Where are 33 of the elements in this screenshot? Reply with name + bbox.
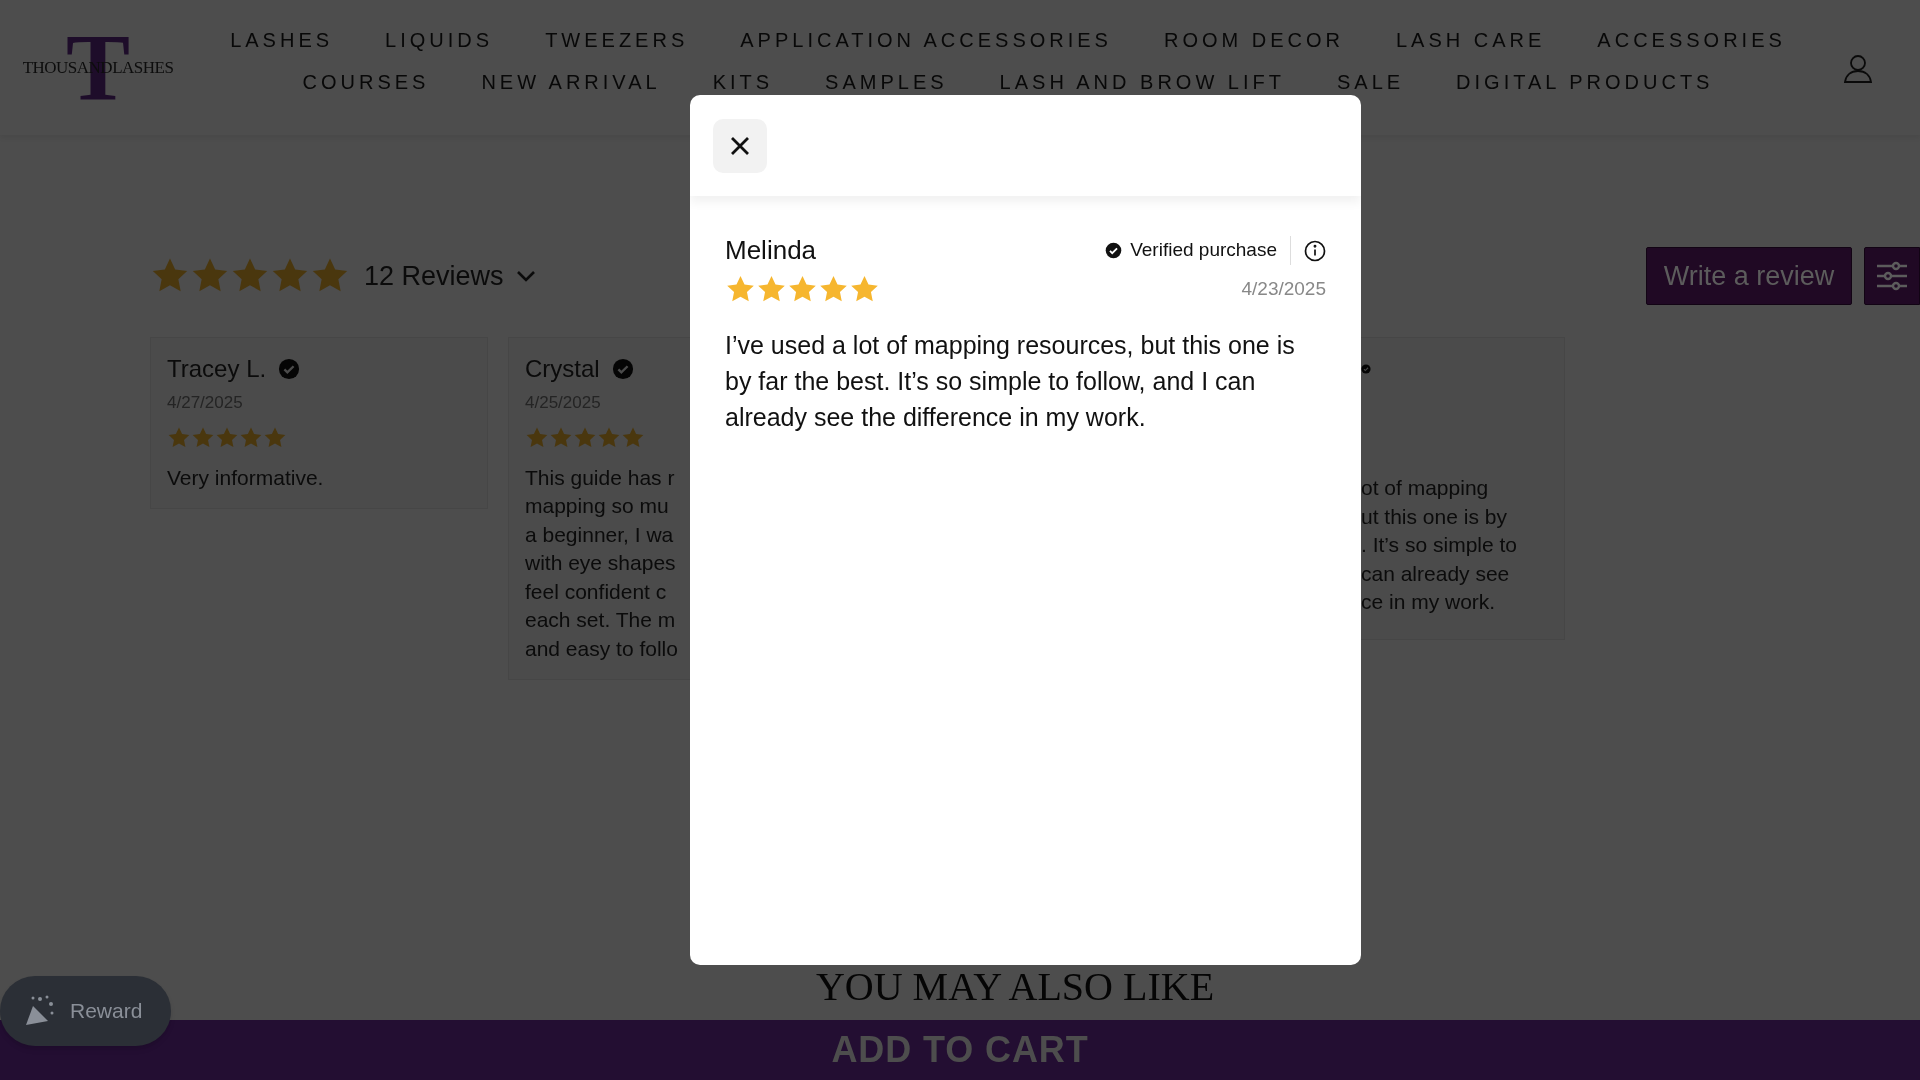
- nav-link[interactable]: APPLICATION ACCESSORIES: [740, 29, 1112, 51]
- nav-link[interactable]: SAMPLES: [825, 71, 948, 93]
- nav-link[interactable]: NEW ARRIVAL: [481, 71, 661, 93]
- nav-link[interactable]: LASH AND BROW LIFT: [999, 71, 1285, 93]
- verified-purchase-label: Verified purchase: [1130, 236, 1291, 265]
- nav-link[interactable]: DIGITAL PRODUCTS: [1456, 71, 1714, 93]
- nav-link[interactable]: ROOM DECOR: [1163, 29, 1344, 51]
- review-date: 4/23/2025: [1241, 277, 1326, 302]
- reviewer-name: Crystal: [525, 354, 600, 384]
- write-review-button[interactable]: Write a review: [1646, 247, 1852, 305]
- close-button[interactable]: [713, 118, 767, 173]
- caret-icon: [515, 269, 536, 283]
- nav-link[interactable]: SALE: [1336, 71, 1405, 93]
- reviewer-name: Melinda: [725, 234, 817, 267]
- section-title: YOU MAY ALSO LIKE: [814, 965, 1215, 1009]
- nav-link[interactable]: KITS: [712, 71, 774, 93]
- review-text: Very informative.: [167, 464, 325, 491]
- nav-link[interactable]: COURSES: [302, 71, 430, 93]
- reward-button[interactable]: Reward: [0, 976, 171, 1046]
- nav-link[interactable]: ACCESSORIES: [1597, 29, 1786, 51]
- review-text: ot of mapping ut this one is by . It’s so simple to can already see ce in my work.: [1361, 475, 1518, 615]
- nav-link[interactable]: LASHES: [230, 29, 334, 51]
- add-to-cart-button[interactable]: ADD TO CART: [0, 1020, 1920, 1080]
- close-icon: [729, 134, 751, 157]
- nav-link[interactable]: LASH CARE: [1395, 29, 1546, 51]
- filter-icon[interactable]: [1864, 247, 1920, 305]
- info-icon[interactable]: [1304, 239, 1326, 262]
- verified-check-icon: [1105, 242, 1123, 259]
- reviewer-name: Tracey L.: [167, 354, 267, 384]
- review-text: I’ve used a lot of mapping resources, but this one is by far the best. It’s so simple to follow, and I can already see the difference in my work.: [725, 330, 1296, 433]
- nav-link[interactable]: LIQUIDS: [385, 29, 494, 51]
- reviews-count-dropdown[interactable]: 12 Reviews: [364, 255, 536, 297]
- nav-link[interactable]: TWEEZERS: [545, 29, 689, 51]
